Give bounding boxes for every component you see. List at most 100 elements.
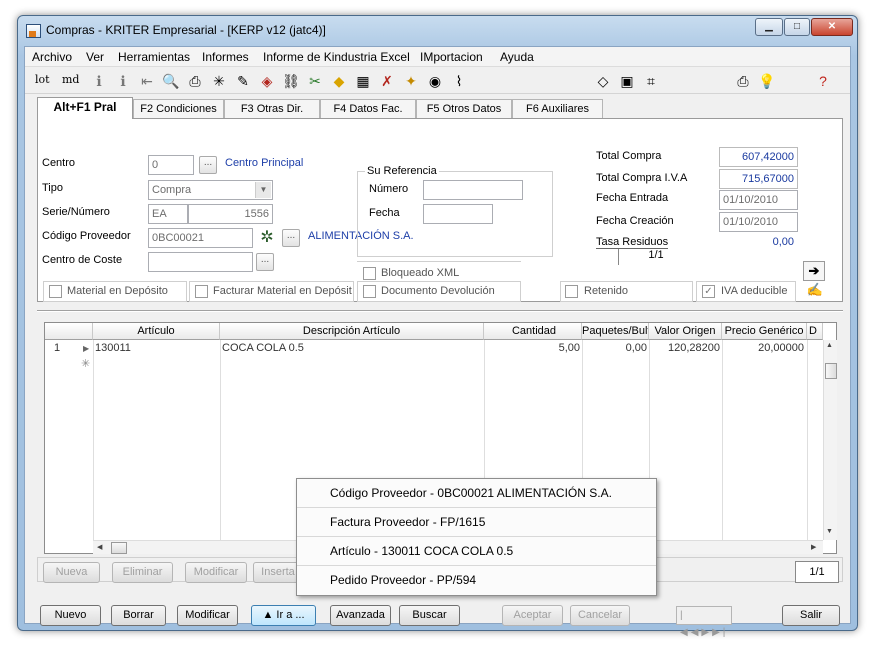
facturar-checkbox[interactable] — [195, 285, 208, 298]
horizontal-scroll-thumb[interactable] — [111, 542, 127, 554]
coste-lookup-button[interactable]: ... — [256, 253, 274, 271]
edit-icon[interactable]: ✎ — [233, 72, 253, 90]
calculator-icon[interactable]: ▦ — [353, 72, 373, 90]
borrar-button[interactable]: Borrar — [111, 605, 166, 626]
asterisk-icon[interactable]: ✳ — [209, 72, 229, 90]
numero-input[interactable]: 1556 — [188, 204, 273, 224]
print-icon[interactable]: ⎙ — [185, 72, 205, 90]
modificar-button[interactable]: Modificar — [177, 605, 238, 626]
tag-icon[interactable]: ◈ — [257, 72, 277, 90]
fecha-entrada-input[interactable]: 01/10/2010 — [719, 190, 798, 210]
retenido-checkbox[interactable] — [565, 285, 578, 298]
clip-icon[interactable]: ⌇ — [449, 72, 469, 90]
scroll-right-icon[interactable]: ▶ — [811, 543, 816, 551]
popup-item-articulo[interactable]: Artículo - 130011 COCA COLA 0.5 — [297, 537, 656, 566]
maximize-button[interactable]: □ — [784, 18, 810, 36]
wand-icon[interactable]: ✦ — [401, 72, 421, 90]
salir-button[interactable]: Salir — [782, 605, 840, 626]
lot-button[interactable]: lot — [35, 73, 50, 86]
tab-otras-dir[interactable]: F3 Otras Dir. — [224, 99, 320, 118]
tab-auxiliares[interactable]: F6 Auxiliares — [512, 99, 603, 118]
cell-precio[interactable]: 20,00000 — [722, 341, 804, 357]
ir-a-button[interactable]: ▲ Ir a ... — [251, 605, 316, 626]
grid-header-descripcion[interactable]: Descripción Artículo — [220, 323, 484, 340]
devolucion-checkbox[interactable] — [363, 285, 376, 298]
bloqueado-checkbox[interactable] — [363, 267, 376, 280]
proveedor-lookup-button[interactable]: ... — [282, 229, 300, 247]
grid-header-cantidad[interactable]: Cantidad — [484, 323, 582, 340]
tab-pral[interactable]: Alt+F1 Pral — [37, 97, 133, 119]
proveedor-input[interactable]: 0BC00021 — [148, 228, 253, 248]
tab-datos-fac[interactable]: F4 Datos Fac. — [320, 99, 416, 118]
scroll-left-icon[interactable]: ◀ — [97, 543, 102, 551]
network-icon[interactable]: ⛓ — [281, 72, 301, 90]
grid-header-valor[interactable]: Valor Origen — [649, 323, 722, 340]
menu-herramientas[interactable]: Herramientas — [118, 50, 190, 64]
su-fecha-input[interactable] — [423, 204, 493, 224]
centro-link[interactable]: Centro Principal — [225, 157, 303, 169]
warning-icon[interactable]: ◆ — [329, 72, 349, 90]
serie-input[interactable]: EA — [148, 204, 188, 224]
lightbulb-icon[interactable]: 💡 — [757, 72, 777, 90]
preview-icon[interactable]: 🔍 — [161, 72, 181, 90]
diamond-icon[interactable]: ◇ — [593, 72, 613, 90]
modificar-line-button[interactable]: Modificar — [185, 562, 247, 583]
avanzada-button[interactable]: Avanzada — [330, 605, 391, 626]
menu-importacion[interactable]: IMportacion — [420, 50, 483, 64]
tab-otros-datos[interactable]: F5 Otros Datos — [416, 99, 512, 118]
info-alt-icon[interactable]: ℹ — [113, 72, 133, 90]
printer-icon[interactable]: ⎙ — [733, 72, 753, 90]
cell-articulo[interactable]: 130011 — [95, 341, 131, 357]
aceptar-button[interactable]: Aceptar — [502, 605, 563, 626]
cell-paquetes[interactable]: 0,00 — [582, 341, 647, 357]
iva-checkbox[interactable]: ✓ — [702, 285, 715, 298]
table-row[interactable]: 1 ▶ 130011 COCA COLA 0.5 5,00 0,00 120,2… — [45, 341, 823, 357]
menu-archivo[interactable]: Archivo — [32, 50, 72, 64]
pen-icon[interactable]: ✍ — [806, 282, 824, 300]
help-icon[interactable]: ? — [813, 72, 833, 90]
document-icon[interactable]: ▣ — [617, 72, 637, 90]
material-checkbox[interactable] — [49, 285, 62, 298]
popup-item-proveedor[interactable]: Código Proveedor - 0BC00021 ALIMENTACIÓN… — [297, 479, 656, 508]
md-button[interactable]: md — [62, 73, 79, 86]
menu-informe-kindustria[interactable]: Informe de Kindustria Excel — [263, 50, 410, 64]
grid-header-paquetes[interactable]: Paquetes/Bult — [582, 323, 649, 340]
centro-input[interactable]: 0 — [148, 155, 194, 175]
arrow-right-icon[interactable]: ➔ — [803, 261, 825, 281]
chevron-down-icon[interactable]: ▼ — [255, 182, 271, 198]
cancelar-button[interactable]: Cancelar — [570, 605, 630, 626]
scroll-up-icon[interactable]: ▲ — [826, 342, 833, 349]
grid-header-d[interactable]: D — [807, 323, 823, 340]
vertical-scroll-thumb[interactable] — [825, 363, 837, 379]
info-icon[interactable]: ℹ — [89, 72, 109, 90]
menu-informes[interactable]: Informes — [202, 50, 249, 64]
hash-icon[interactable]: ⌗ — [641, 72, 661, 90]
centro-lookup-button[interactable]: ... — [199, 156, 217, 174]
menu-ver[interactable]: Ver — [86, 50, 104, 64]
grid-header-precio[interactable]: Precio Genérico — [722, 323, 807, 340]
first-record-icon[interactable]: ⇤ — [137, 72, 157, 90]
tab-condiciones[interactable]: F2 Condiciones — [133, 99, 224, 118]
cell-valor[interactable]: 120,28200 — [649, 341, 720, 357]
eliminar-button[interactable]: Eliminar — [112, 562, 173, 583]
menu-ayuda[interactable]: Ayuda — [500, 50, 534, 64]
su-numero-input[interactable] — [423, 180, 523, 200]
cell-cantidad[interactable]: 5,00 — [484, 341, 580, 357]
camera-icon[interactable]: ◉ — [425, 72, 445, 90]
scroll-down-icon[interactable]: ▼ — [826, 528, 833, 535]
new-row-icon[interactable]: ✳ — [81, 357, 90, 373]
fecha-creacion-input[interactable]: 01/10/2010 — [719, 212, 798, 232]
cell-descripcion[interactable]: COCA COLA 0.5 — [222, 341, 304, 357]
supplier-network-icon[interactable]: ✲ — [258, 229, 276, 247]
close-button[interactable]: ✕ — [811, 18, 853, 36]
nueva-button[interactable]: Nueva — [43, 562, 100, 583]
record-navigator[interactable]: |◀◀▶▶| — [676, 606, 732, 638]
vertical-scrollbar[interactable]: ▲ ▼ — [823, 340, 837, 540]
chart-icon[interactable]: ✗ — [377, 72, 397, 90]
grid-header-articulo[interactable]: Artículo — [93, 323, 220, 340]
popup-item-factura[interactable]: Factura Proveedor - FP/1615 — [297, 508, 656, 537]
tools-icon[interactable]: ✂ — [305, 72, 325, 90]
minimize-button[interactable]: ▁ — [755, 18, 783, 36]
popup-item-pedido[interactable]: Pedido Proveedor - PP/594 — [297, 566, 656, 595]
coste-input[interactable] — [148, 252, 253, 272]
